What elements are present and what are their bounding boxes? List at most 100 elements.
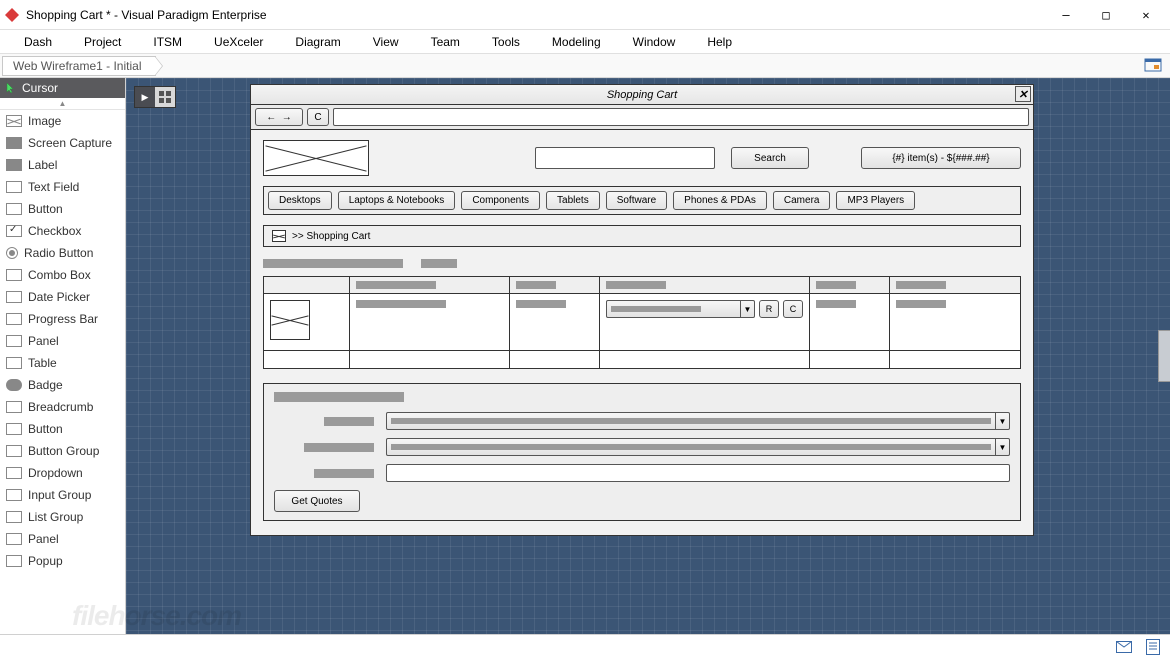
palette-item-screen-capture[interactable]: Screen Capture <box>0 132 125 154</box>
panel-icon <box>6 533 22 545</box>
palette-item-image[interactable]: Image <box>0 110 125 132</box>
wireframe-logo-placeholder[interactable] <box>263 140 369 176</box>
table-header <box>510 277 600 293</box>
wireframe-close-button[interactable]: ✕ <box>1015 86 1031 102</box>
wireframe-shipping-panel: ▼ ▼ <box>263 383 1021 521</box>
palette-item-text-field[interactable]: Text Field <box>0 176 125 198</box>
cart-clear-button[interactable]: C <box>783 300 803 318</box>
wireframe-nav-mp3[interactable]: MP3 Players <box>836 191 915 210</box>
button-group-icon <box>6 445 22 457</box>
minimize-button[interactable]: ― <box>1046 1 1086 29</box>
palette-item-input-group[interactable]: Input Group <box>0 484 125 506</box>
palette-item-dropdown[interactable]: Dropdown <box>0 462 125 484</box>
button-icon <box>6 203 22 215</box>
badge-icon <box>6 379 22 391</box>
palette-item-checkbox[interactable]: ✓Checkbox <box>0 220 125 242</box>
wireframe-nav-phones[interactable]: Phones & PDAs <box>673 191 767 210</box>
input-group-icon <box>6 489 22 501</box>
palette-item-radio-button[interactable]: Radio Button <box>0 242 125 264</box>
chevron-down-icon: ▼ <box>740 301 754 317</box>
palette-item-combo-box[interactable]: Combo Box <box>0 264 125 286</box>
menubar: Dash Project ITSM UeXceler Diagram View … <box>0 30 1170 54</box>
breadcrumb-icon <box>6 401 22 413</box>
table-header <box>810 277 890 293</box>
palette-item-date-picker[interactable]: Date Picker <box>0 286 125 308</box>
cart-item-image[interactable] <box>270 300 310 340</box>
canvas-overview-button[interactable] <box>155 87 175 107</box>
palette-item-panel-2[interactable]: Panel <box>0 528 125 550</box>
table-header <box>600 277 810 293</box>
wireframe-search-button[interactable]: Search <box>731 147 809 169</box>
palette-item-badge[interactable]: Badge <box>0 374 125 396</box>
right-panel-handle[interactable] <box>1158 330 1170 382</box>
placeholder-text <box>421 259 457 268</box>
menu-window[interactable]: Window <box>617 32 692 52</box>
wireframe-reload-button[interactable]: C <box>307 108 329 126</box>
menu-tools[interactable]: Tools <box>476 32 536 52</box>
chevron-down-icon: ▼ <box>995 413 1009 429</box>
wireframe-nav: Desktops Laptops & Notebooks Components … <box>263 186 1021 215</box>
wireframe-cart-table: ▼ R C <box>263 276 1021 369</box>
form-postcode-input[interactable] <box>386 464 1010 482</box>
menu-uexceler[interactable]: UeXceler <box>198 32 279 52</box>
wireframe-nav-back-forward[interactable]: ← → <box>255 108 303 126</box>
diagram-tab[interactable]: Web Wireframe1 - Initial <box>2 56 156 76</box>
canvas-mini-toolbar: ▶ <box>134 86 176 108</box>
list-group-icon <box>6 511 22 523</box>
combo-icon <box>6 269 22 281</box>
cart-qty-combo[interactable]: ▼ <box>606 300 755 318</box>
wireframe-cart-summary-button[interactable]: {#} item(s) - ${###.##} <box>861 147 1021 169</box>
table-header <box>264 277 350 293</box>
palette-item-progress-bar[interactable]: Progress Bar <box>0 308 125 330</box>
menu-modeling[interactable]: Modeling <box>536 32 617 52</box>
wireframe-url-field[interactable] <box>333 108 1029 126</box>
form-country-combo[interactable]: ▼ <box>386 412 1010 430</box>
palette-item-breadcrumb[interactable]: Breadcrumb <box>0 396 125 418</box>
switch-diagram-icon[interactable] <box>1144 56 1162 77</box>
wireframe-breadcrumb-text: >> Shopping Cart <box>292 231 370 242</box>
wireframe-window[interactable]: Shopping Cart ✕ ← → C Search {#} it <box>250 84 1034 536</box>
wireframe-breadcrumb[interactable]: >> Shopping Cart <box>263 225 1021 247</box>
window-title: Shopping Cart * - Visual Paradigm Enterp… <box>26 8 1046 22</box>
menu-help[interactable]: Help <box>691 32 748 52</box>
wireframe-nav-laptops[interactable]: Laptops & Notebooks <box>338 191 456 210</box>
document-icon[interactable] <box>1146 639 1160 655</box>
wireframe-nav-software[interactable]: Software <box>606 191 667 210</box>
menu-diagram[interactable]: Diagram <box>279 32 356 52</box>
wireframe-nav-tablets[interactable]: Tablets <box>546 191 600 210</box>
palette-cursor-tool[interactable]: Cursor <box>0 78 125 98</box>
menu-project[interactable]: Project <box>68 32 137 52</box>
palette-item-panel[interactable]: Panel <box>0 330 125 352</box>
mail-icon[interactable] <box>1116 641 1132 653</box>
palette-cursor-label: Cursor <box>22 81 58 95</box>
wireframe-breadcrumb-home-icon <box>272 230 286 242</box>
table-header <box>350 277 510 293</box>
palette-item-label[interactable]: Label <box>0 154 125 176</box>
palette-item-table[interactable]: Table <box>0 352 125 374</box>
wireframe-nav-desktops[interactable]: Desktops <box>268 191 332 210</box>
chevron-down-icon: ▼ <box>995 439 1009 455</box>
menu-dash[interactable]: Dash <box>8 32 68 52</box>
canvas-area[interactable]: ▶ Shopping Cart ✕ ← → C <box>126 78 1170 634</box>
wireframe-nav-components[interactable]: Components <box>461 191 540 210</box>
palette-collapse-handle[interactable]: ▲ <box>0 98 125 110</box>
wireframe-titlebar[interactable]: Shopping Cart ✕ <box>251 85 1033 105</box>
get-quotes-button[interactable]: Get Quotes <box>274 490 360 512</box>
form-label <box>274 417 374 426</box>
palette-item-popup[interactable]: Popup <box>0 550 125 572</box>
close-button[interactable]: ✕ <box>1126 1 1166 29</box>
canvas-play-button[interactable]: ▶ <box>135 87 155 107</box>
palette-item-button[interactable]: Button <box>0 198 125 220</box>
text-field-icon <box>6 181 22 193</box>
menu-view[interactable]: View <box>357 32 415 52</box>
menu-team[interactable]: Team <box>415 32 476 52</box>
palette-item-list-group[interactable]: List Group <box>0 506 125 528</box>
palette-item-button-group[interactable]: Button Group <box>0 440 125 462</box>
wireframe-nav-camera[interactable]: Camera <box>773 191 831 210</box>
cart-refresh-button[interactable]: R <box>759 300 779 318</box>
palette-item-button-2[interactable]: Button <box>0 418 125 440</box>
menu-itsm[interactable]: ITSM <box>137 32 198 52</box>
form-region-combo[interactable]: ▼ <box>386 438 1010 456</box>
maximize-button[interactable]: □ <box>1086 1 1126 29</box>
wireframe-search-input[interactable] <box>535 147 715 169</box>
